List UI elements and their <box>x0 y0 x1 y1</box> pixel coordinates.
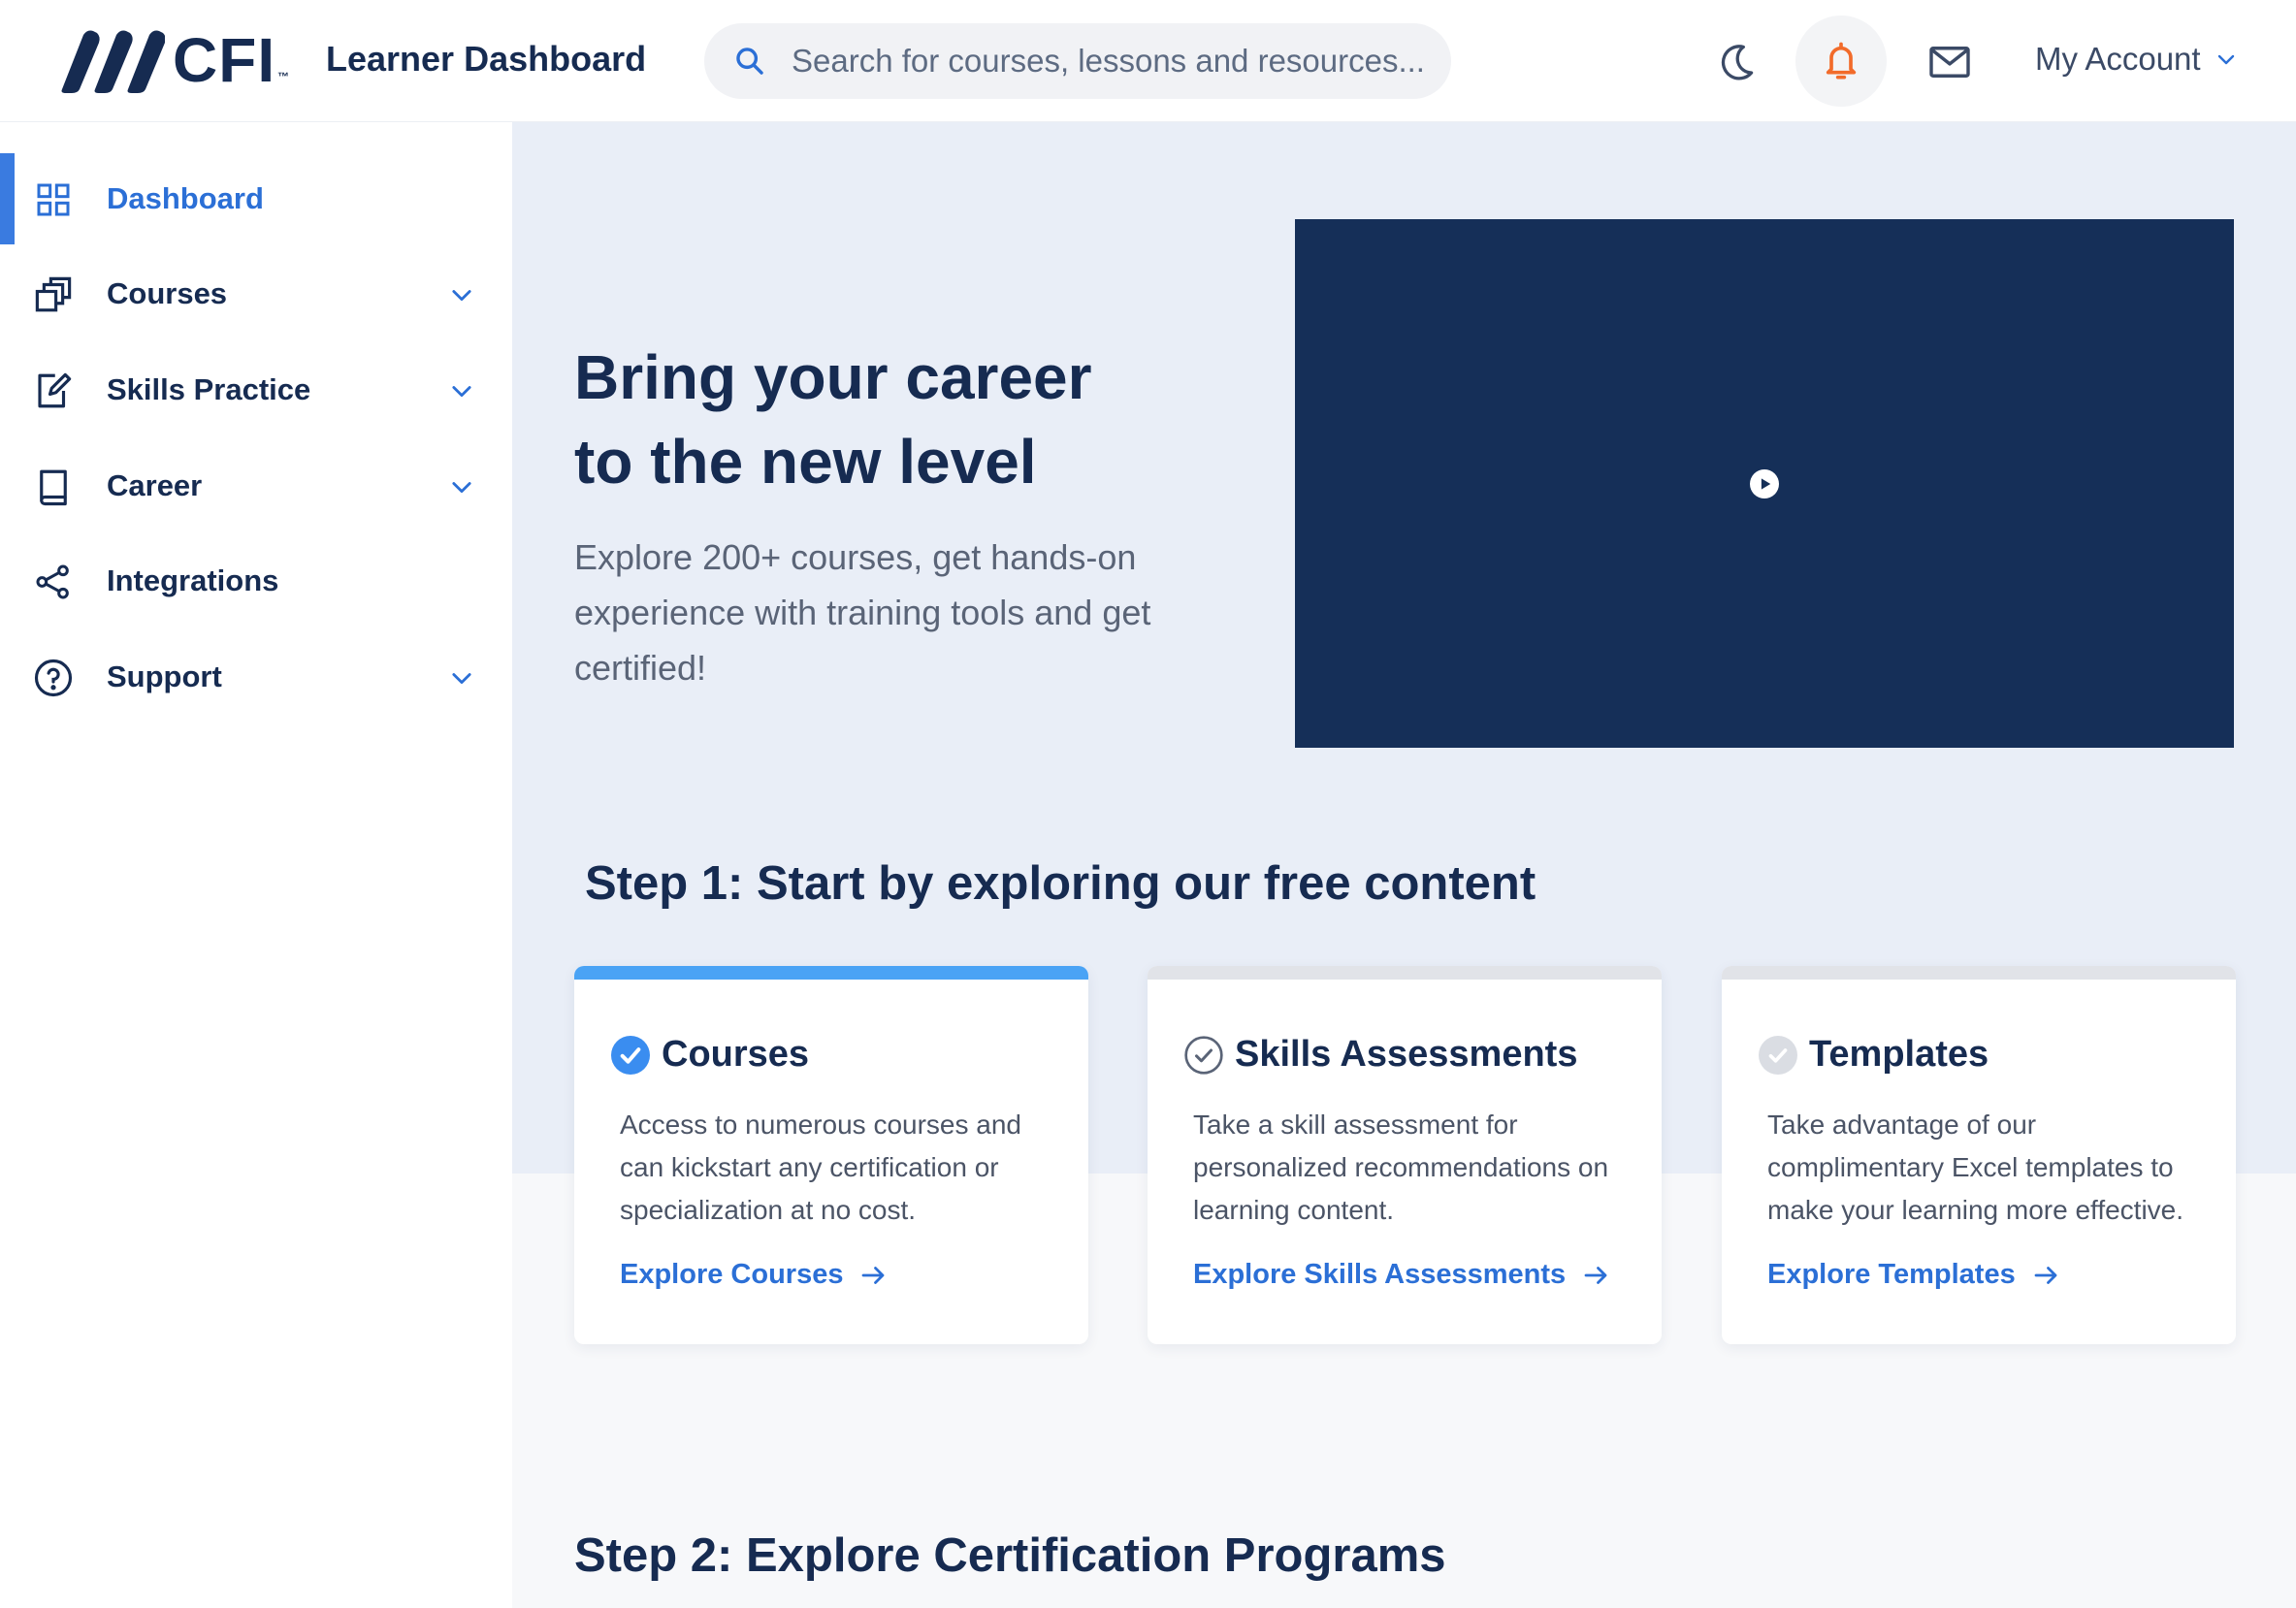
link-label: Explore Skills Assessments <box>1193 1259 1567 1290</box>
check-circle-outline-icon <box>1184 1036 1223 1075</box>
app-title: Learner Dashboard <box>326 39 647 79</box>
step2-heading: Step 2: Explore Certification Programs <box>574 1529 1446 1582</box>
hero-title-line1: Bring your career <box>574 342 1092 412</box>
card-courses: Courses Access to numerous courses and c… <box>574 966 1088 1344</box>
sidebar: Dashboard Courses Skills Practice Career… <box>0 122 512 1608</box>
card-progress-bar <box>574 966 1088 980</box>
chevron-down-icon[interactable] <box>448 281 475 308</box>
chevron-down-icon[interactable] <box>448 377 475 404</box>
dark-mode-toggle[interactable] <box>1709 35 1763 89</box>
card-progress-bar <box>1722 966 2236 980</box>
link-label: Explore Courses <box>620 1259 844 1290</box>
card-templates: Templates Take advantage of our complime… <box>1722 966 2236 1344</box>
explore-templates-link[interactable]: Explore Templates <box>1767 1259 2060 1291</box>
logo-stripes-icon <box>61 30 165 93</box>
arrow-right-icon <box>862 1266 885 1284</box>
search-icon <box>736 48 763 75</box>
search-input[interactable] <box>792 43 1432 80</box>
chevron-down-icon[interactable] <box>448 473 475 500</box>
link-label: Explore Templates <box>1767 1259 2016 1290</box>
book-icon <box>33 466 74 507</box>
logo-trademark: ™ <box>277 70 290 83</box>
active-indicator <box>0 153 15 244</box>
card-description: Take advantage of our complimentary Exce… <box>1767 1110 2184 1225</box>
sidebar-item-integrations[interactable]: Integrations <box>0 535 512 627</box>
notifications-button[interactable] <box>1795 16 1887 107</box>
card-description: Take a skill assessment for personalized… <box>1193 1110 1609 1225</box>
card-title: Templates <box>1809 1034 1989 1075</box>
main-content: Bring your career to the new level Explo… <box>512 122 2296 1608</box>
sidebar-item-label: Integrations <box>107 563 279 597</box>
explore-skills-assessments-link[interactable]: Explore Skills Assessments <box>1193 1259 1610 1291</box>
arrow-right-icon <box>2034 1266 2057 1284</box>
sidebar-item-label: Courses <box>107 276 228 310</box>
account-label: My Account <box>2035 41 2201 77</box>
search-bar[interactable] <box>704 23 1451 99</box>
bell-icon <box>1826 42 1857 80</box>
intro-video-player[interactable] <box>1295 219 2234 748</box>
chevron-down-icon <box>2217 54 2234 65</box>
check-circle-filled-icon <box>611 1036 650 1075</box>
sidebar-item-courses[interactable]: Courses <box>0 248 512 339</box>
sidebar-item-label: Career <box>107 468 203 502</box>
check-circle-disabled-icon <box>1759 1036 1797 1075</box>
sidebar-item-label: Dashboard <box>107 181 264 215</box>
play-icon[interactable] <box>1750 468 1779 498</box>
card-title: Skills Assessments <box>1235 1034 1578 1075</box>
top-header: CFI ™ Learner Dashboard My Account <box>0 0 2296 122</box>
cfi-logo[interactable]: CFI ™ <box>58 25 289 95</box>
card-title: Courses <box>662 1034 810 1075</box>
hero-title-line2: to the new level <box>574 427 1037 497</box>
hero-subtitle: Explore 200+ courses, get hands-on exper… <box>574 537 1151 688</box>
card-description: Access to numerous courses and can kicks… <box>620 1110 1021 1225</box>
edit-note-icon <box>33 370 74 411</box>
arrow-right-icon <box>1584 1266 1607 1284</box>
grid-icon <box>33 179 74 220</box>
explore-courses-link[interactable]: Explore Courses <box>620 1259 888 1291</box>
step1-heading: Step 1: Start by exploring our free cont… <box>585 857 1536 910</box>
card-progress-bar <box>1148 966 1662 980</box>
sidebar-item-dashboard[interactable]: Dashboard <box>0 153 512 244</box>
question-circle-icon <box>33 658 74 698</box>
sidebar-item-career[interactable]: Career <box>0 440 512 531</box>
chevron-down-icon[interactable] <box>448 664 475 691</box>
mail-icon <box>1929 47 1970 78</box>
sidebar-item-support[interactable]: Support <box>0 631 512 723</box>
my-account-menu[interactable]: My Account <box>2035 41 2238 78</box>
sidebar-item-label: Support <box>107 659 222 693</box>
stacked-squares-icon <box>33 274 74 315</box>
logo-text: CFI <box>173 25 276 95</box>
share-nodes-icon <box>33 562 74 602</box>
sidebar-item-label: Skills Practice <box>107 372 311 406</box>
messages-button[interactable] <box>1923 35 1977 89</box>
hero-title: Bring your career to the new level <box>574 336 1195 504</box>
sidebar-item-skills-practice[interactable]: Skills Practice <box>0 344 512 435</box>
card-skills-assessments: Skills Assessments Take a skill assessme… <box>1148 966 1662 1344</box>
moon-icon <box>1721 45 1754 80</box>
